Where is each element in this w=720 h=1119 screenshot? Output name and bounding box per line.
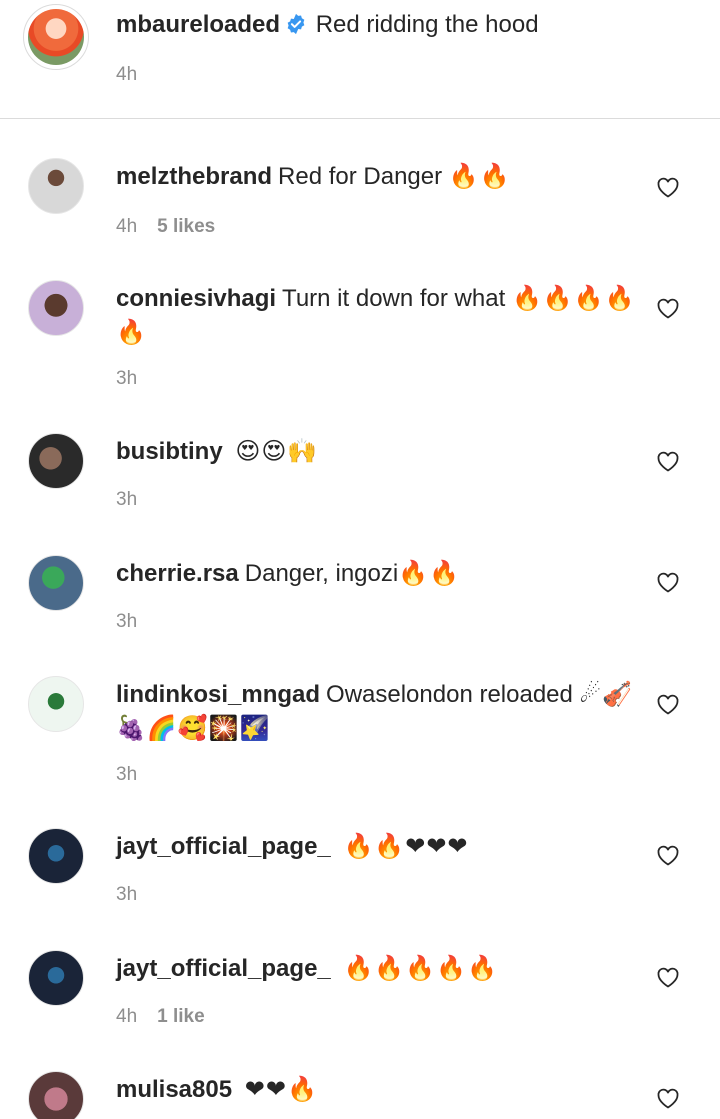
avatar[interactable] — [28, 676, 84, 732]
comment-body: jayt_official_page_ 🔥🔥🔥🔥🔥 — [116, 952, 636, 986]
comment-emoji: 🔥🔥❤❤❤ — [343, 833, 469, 860]
comment-likes[interactable]: 5 likes — [157, 216, 215, 237]
heart-outline-icon[interactable] — [656, 693, 680, 715]
heart-outline-icon[interactable] — [656, 297, 680, 319]
comment-body: melzthebrand Red for Danger 🔥🔥 — [116, 160, 636, 194]
comment-body: lindinkosi_mngad Owaselondon reloaded ☄🎻🍇… — [116, 678, 636, 746]
comment-body: cherrie.rsa Danger, ingozi🔥🔥 — [116, 557, 636, 591]
avatar[interactable] — [28, 158, 84, 214]
comment-text: Owaselondon reloaded — [326, 681, 573, 708]
comment-emoji: 🔥🔥🔥🔥🔥 — [343, 955, 498, 982]
avatar[interactable] — [28, 433, 84, 489]
comment-username[interactable]: busibtiny — [116, 438, 223, 465]
caption-text: mbaureloaded Red ridding the hood — [116, 10, 539, 40]
heart-outline-icon[interactable] — [656, 966, 680, 988]
comment-username[interactable]: mulisa805 — [116, 1076, 232, 1103]
comment-body: mulisa805 ❤❤🔥 — [116, 1073, 636, 1107]
heart-outline-icon[interactable] — [656, 176, 680, 198]
comment-timestamp: 3h — [116, 764, 138, 785]
comment-emoji: 🔥🔥 — [398, 560, 460, 587]
avatar[interactable] — [23, 4, 89, 70]
comment-body: busibtiny 😍😍🙌 — [116, 435, 636, 469]
comment-username[interactable]: conniesivhagi — [116, 285, 276, 312]
comment-username[interactable]: cherrie.rsa — [116, 560, 239, 587]
comment-meta: 3h — [116, 764, 157, 786]
comment-body: conniesivhagi Turn it down for what 🔥🔥🔥🔥🔥 — [116, 282, 636, 350]
avatar[interactable] — [28, 828, 84, 884]
comment-username[interactable]: lindinkosi_mngad — [116, 681, 320, 708]
comment-meta: 3h — [116, 611, 157, 633]
avatar[interactable] — [28, 950, 84, 1006]
comment-meta: 3h — [116, 884, 157, 906]
heart-outline-icon[interactable] — [656, 1087, 680, 1109]
comment-username[interactable]: jayt_official_page_ — [116, 833, 331, 860]
comment-timestamp: 4h — [116, 216, 138, 237]
comment-body: jayt_official_page_ 🔥🔥❤❤❤ — [116, 830, 636, 864]
comment-text: Red for Danger — [278, 163, 443, 190]
avatar[interactable] — [28, 1071, 84, 1119]
comment-timestamp: 3h — [116, 611, 138, 632]
heart-outline-icon[interactable] — [656, 844, 680, 866]
avatar[interactable] — [28, 555, 84, 611]
comment-username[interactable]: jayt_official_page_ — [116, 955, 331, 982]
comment-meta: 4h 1 like — [116, 1006, 205, 1028]
comment-emoji: ❤❤🔥 — [244, 1076, 318, 1103]
comment-meta: 3h — [116, 368, 157, 390]
comment-timestamp: 3h — [116, 884, 138, 905]
divider — [0, 118, 720, 119]
comment-meta: 3h — [116, 489, 157, 511]
comment-text: Danger, ingozi — [244, 560, 399, 587]
comment-likes[interactable]: 1 like — [157, 1006, 205, 1027]
caption-body: Red ridding the hood — [315, 11, 539, 38]
avatar[interactable] — [28, 280, 84, 336]
comment-timestamp: 4h — [116, 1006, 138, 1027]
heart-outline-icon[interactable] — [656, 450, 680, 472]
caption-username[interactable]: mbaureloaded — [116, 11, 280, 38]
comment-emoji: 😍😍🙌 — [235, 438, 319, 465]
comment-timestamp: 3h — [116, 368, 138, 389]
caption-timestamp: 4h — [116, 64, 138, 85]
comment-username[interactable]: melzthebrand — [116, 163, 272, 190]
comment-text: Turn it down for what — [282, 285, 506, 312]
comment-emoji: 🔥🔥 — [448, 163, 511, 190]
heart-outline-icon[interactable] — [656, 571, 680, 593]
verified-badge-icon — [287, 13, 305, 35]
comment-timestamp: 3h — [116, 489, 138, 510]
post-caption: mbaureloaded Red ridding the hood 4h — [0, 0, 720, 120]
comment-meta: 4h 5 likes — [116, 216, 215, 238]
